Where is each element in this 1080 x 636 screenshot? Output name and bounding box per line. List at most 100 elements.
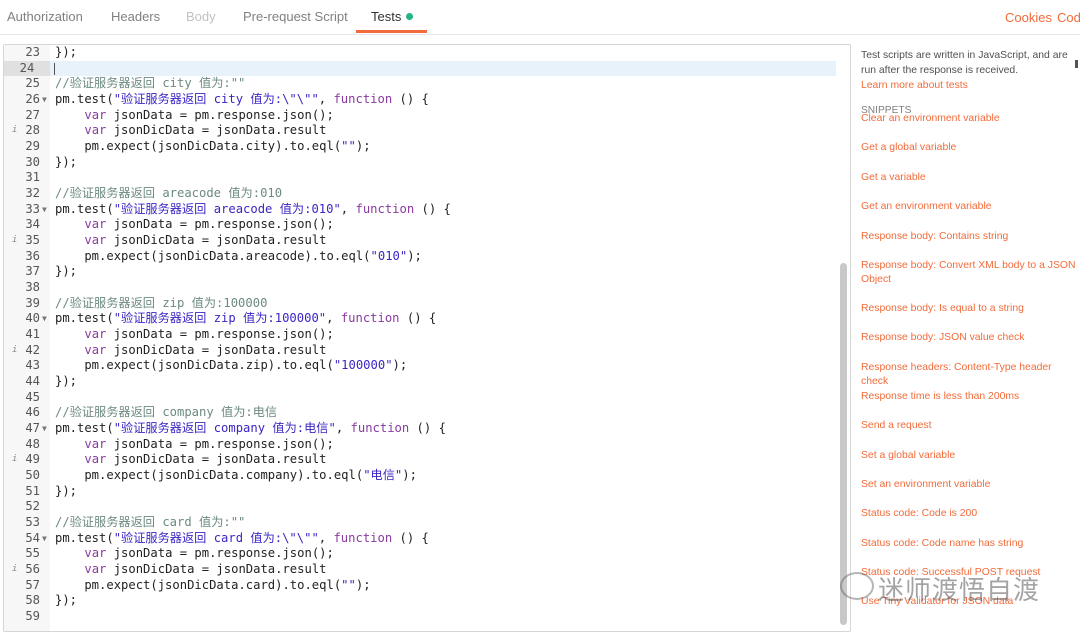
info-icon: i <box>12 454 18 465</box>
code-token: "验证服务器返回 zip 值为:100000" <box>113 311 327 326</box>
tab-authorization[interactable]: Authorization <box>7 9 83 24</box>
panel-toggle-icon[interactable] <box>1075 60 1078 68</box>
code-line[interactable]: 59 <box>4 609 836 625</box>
code-line[interactable]: 30}); <box>4 155 836 171</box>
code-line[interactable]: 49 i var jsonDicData = jsonData.result <box>4 452 836 468</box>
tab-body[interactable]: Body <box>186 9 216 24</box>
code-token: //验证服务器返回 city 值为:"" <box>55 76 246 91</box>
code-token: jsonData = pm.response.json(); <box>106 436 334 451</box>
code-token: ); <box>355 139 371 154</box>
code-line[interactable]: 24 <box>4 60 836 77</box>
tab-tests[interactable]: Tests <box>371 9 414 24</box>
line-number: 40 <box>25 311 40 326</box>
code-line[interactable]: 48 var jsonData = pm.response.json(); <box>4 437 836 453</box>
code-link[interactable]: Code <box>1057 10 1080 25</box>
snippet-link[interactable]: Status code: Code is 200 <box>861 507 1076 521</box>
code-line[interactable]: 53 //验证服务器返回 card 值为:"" <box>4 515 836 531</box>
fold-arrow-icon[interactable]: ▼ <box>42 531 47 547</box>
wechat-logo-icon <box>840 572 874 600</box>
code-line[interactable]: 44}); <box>4 374 836 390</box>
snippet-link[interactable]: Response body: JSON value check <box>861 331 1076 345</box>
snippet-link[interactable]: Status code: Code name has string <box>861 537 1076 551</box>
code-line[interactable]: 26 ▼ pm.test("验证服务器返回 city 值为:\"\"", funct… <box>4 92 836 108</box>
snippet-link[interactable]: Response body: Is equal to a string <box>861 302 1076 316</box>
code-token: , <box>318 530 334 545</box>
code-token: "" <box>341 139 356 154</box>
line-number: 52 <box>25 499 40 514</box>
code-line[interactable]: 47 ▼ pm.test("验证服务器返回 company 值为:电信", func… <box>4 421 836 437</box>
snippet-link[interactable]: Response headers: Content-Type header ch… <box>861 361 1076 388</box>
tab-tests-label: Tests <box>371 9 402 24</box>
snippet-link[interactable]: Response body: Contains string <box>861 230 1076 244</box>
snippet-link[interactable]: Get a global variable <box>861 141 1076 155</box>
code-line[interactable]: 42 i var jsonDicData = jsonData.result <box>4 343 836 359</box>
line-number: 37 <box>25 264 40 279</box>
snippet-link[interactable]: Response body: Convert XML body to a JSO… <box>861 259 1076 286</box>
code-line[interactable]: 57 pm.expect(jsonDicData.card).to.eql(""… <box>4 578 836 594</box>
snippet-link[interactable]: Send a request <box>861 419 1076 433</box>
code-line[interactable]: 50 pm.expect(jsonDicData.company).to.eql… <box>4 468 836 484</box>
code-token: jsonDicData = jsonData.result <box>106 452 327 467</box>
code-token: }); <box>55 483 78 498</box>
code-text: var jsonData = pm.response.json(); <box>55 546 333 562</box>
editor-scrollbar[interactable] <box>840 263 847 625</box>
fold-arrow-icon[interactable]: ▼ <box>42 421 47 437</box>
code-line[interactable]: 31 <box>4 170 836 186</box>
code-text: var jsonData = pm.response.json(); <box>55 217 333 233</box>
code-line[interactable]: 38 <box>4 280 836 296</box>
snippet-link[interactable]: Response time is less than 200ms <box>861 390 1076 404</box>
snippet-link[interactable]: Get a variable <box>861 171 1076 185</box>
code-line[interactable]: 43 pm.expect(jsonDicData.zip).to.eql("10… <box>4 358 836 374</box>
code-line[interactable]: 58}); <box>4 593 836 609</box>
line-number: 24 <box>4 60 50 77</box>
tab-headers[interactable]: Headers <box>111 9 160 24</box>
fold-arrow-icon[interactable]: ▼ <box>42 92 47 108</box>
code-line[interactable]: 27 var jsonData = pm.response.json(); <box>4 108 836 124</box>
code-line[interactable]: 36 pm.expect(jsonDicData.areacode).to.eq… <box>4 249 836 265</box>
cookies-link[interactable]: Cookies <box>1005 10 1052 25</box>
line-number: 31 <box>25 170 40 185</box>
code-token: () { <box>399 311 437 326</box>
code-line[interactable]: 41 var jsonData = pm.response.json(); <box>4 327 836 343</box>
code-token: //验证服务器返回 zip 值为:100000 <box>55 295 268 310</box>
code-line[interactable]: 23}); <box>4 45 836 61</box>
tab-pre-request-script[interactable]: Pre-request Script <box>243 9 348 24</box>
fold-arrow-icon[interactable]: ▼ <box>42 311 47 327</box>
code-text: }); <box>55 264 77 280</box>
code-line[interactable]: 40 ▼ pm.test("验证服务器返回 zip 值为:100000", func… <box>4 311 836 327</box>
code-line[interactable]: 32 //验证服务器返回 areacode 值为:010 <box>4 186 836 202</box>
code-line[interactable]: 34 var jsonData = pm.response.json(); <box>4 217 836 233</box>
code-line[interactable]: 52 <box>4 499 836 515</box>
code-line[interactable]: 33 ▼ pm.test("验证服务器返回 areacode 值为:010", fu… <box>4 202 836 218</box>
code-token: }); <box>55 264 78 279</box>
code-line[interactable]: 25 //验证服务器返回 city 值为:"" <box>4 76 836 92</box>
snippet-link[interactable]: Set an environment variable <box>861 478 1076 492</box>
code-text: pm.expect(jsonDicData.city).to.eql(""); <box>55 139 371 155</box>
code-editor[interactable]: 23}); 24 25//验证服务器返回 city 值为:"" 26 ▼ pm.test(… <box>3 44 851 632</box>
code-line[interactable]: 45 <box>4 390 836 406</box>
code-token: jsonDicData = jsonData.result <box>106 342 327 357</box>
learn-more-link[interactable]: Learn more about tests <box>861 80 1076 91</box>
code-line[interactable]: 46 //验证服务器返回 company 值为:电信 <box>4 405 836 421</box>
snippet-link[interactable]: Set a global variable <box>861 449 1076 463</box>
line-number: 28 <box>25 123 40 138</box>
fold-arrow-icon[interactable]: ▼ <box>42 202 47 218</box>
code-line[interactable]: 55 var jsonData = pm.response.json(); <box>4 546 836 562</box>
code-line[interactable]: 54 ▼ pm.test("验证服务器返回 card 值为:\"\"", funct… <box>4 531 836 547</box>
code-line[interactable]: 28 i var jsonDicData = jsonData.result <box>4 123 836 139</box>
code-line[interactable]: 51}); <box>4 484 836 500</box>
code-line[interactable]: 37}); <box>4 264 836 280</box>
code-line[interactable]: 29 pm.expect(jsonDicData.city).to.eql(""… <box>4 139 836 155</box>
code-token: "100000" <box>333 358 393 373</box>
snippet-link[interactable]: Get an environment variable <box>861 200 1076 214</box>
code-token: jsonDicData = jsonData.result <box>106 123 327 138</box>
line-number: 42 <box>25 342 40 357</box>
code-line[interactable]: 56 i var jsonDicData = jsonData.result <box>4 562 836 578</box>
line-number: 47 <box>25 421 40 436</box>
code-line[interactable]: 39 //验证服务器返回 zip 值为:100000 <box>4 296 836 312</box>
code-line[interactable]: 35 i var jsonDicData = jsonData.result <box>4 233 836 249</box>
line-number: 33 <box>25 201 40 216</box>
snippet-link[interactable]: Clear an environment variable <box>861 112 1076 126</box>
